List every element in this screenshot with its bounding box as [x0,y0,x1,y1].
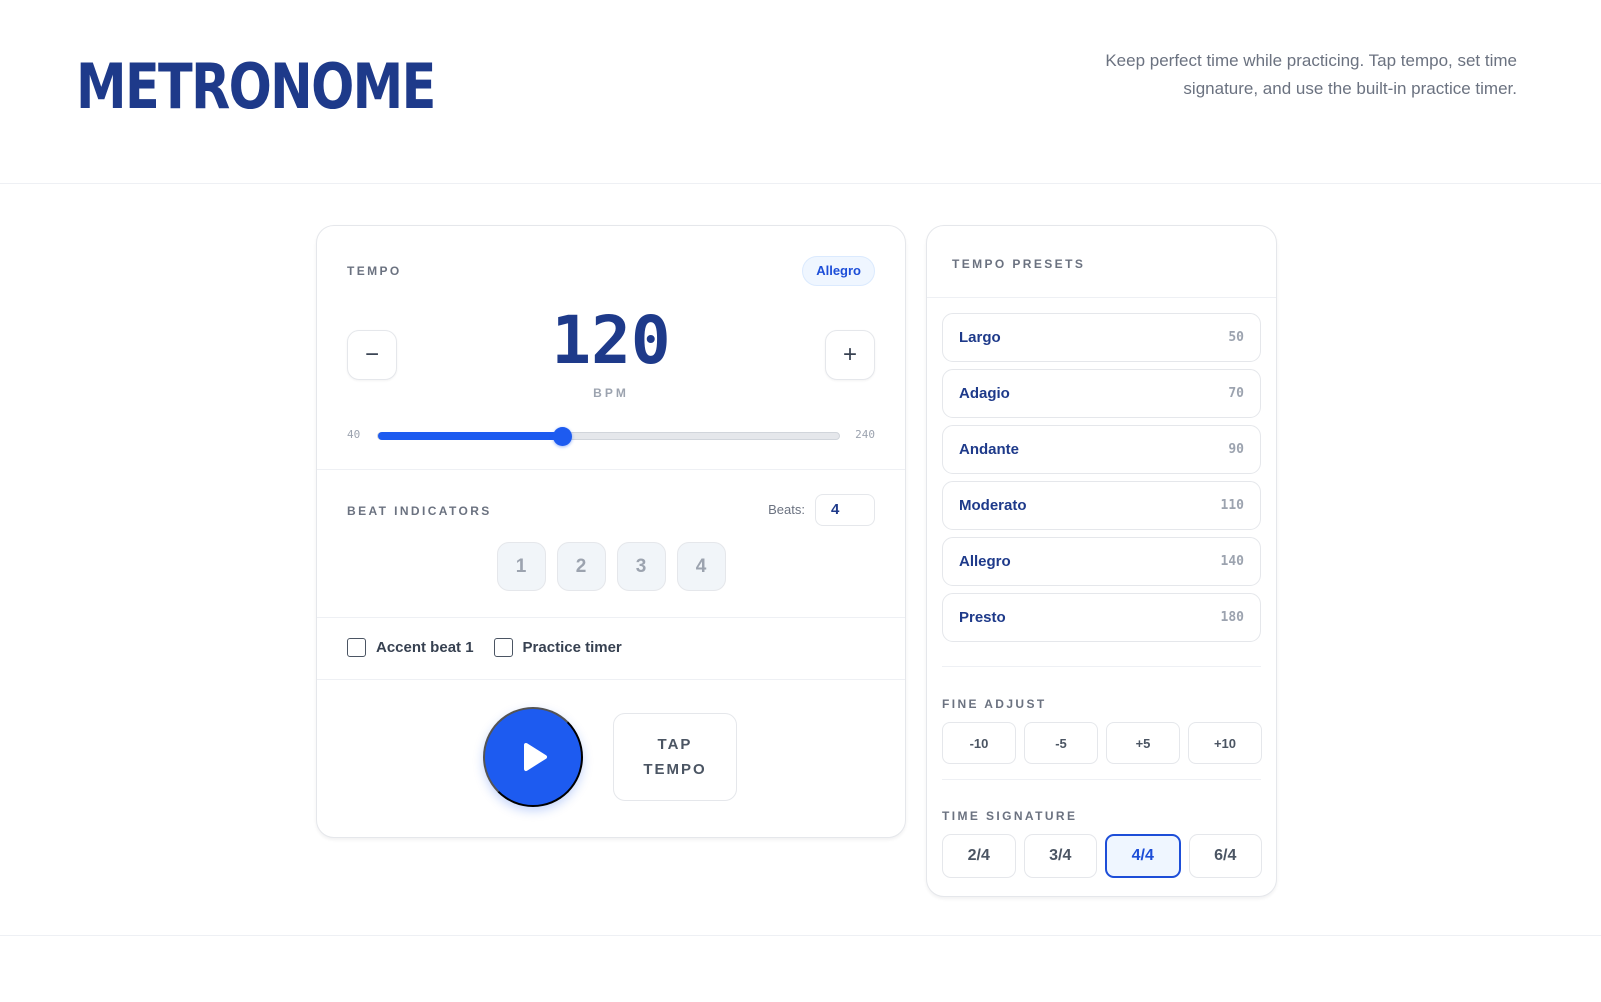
time-signature-4-4[interactable]: 4/4 [1105,834,1181,878]
tempo-slider-fill [378,432,563,440]
tempo-marking-badge: Allegro [802,256,875,286]
section-divider [942,666,1261,667]
preset-name: Largo [959,329,1001,346]
tempo-card: TEMPO Allegro − 120 BPM + 40 240 BEAT IN… [316,225,906,838]
adjust-plus-5-button[interactable]: +5 [1106,722,1180,764]
time-signature-2-4[interactable]: 2/4 [942,834,1016,878]
preset-name: Presto [959,609,1006,626]
preset-allegro[interactable]: Allegro 140 [942,537,1261,586]
play-icon [524,743,547,771]
tempo-slider[interactable] [377,427,840,446]
tempo-section-label: TEMPO [347,264,402,278]
accent-beat-checkbox[interactable] [347,638,366,657]
beat-indicator-3: 3 [616,542,666,591]
section-divider [317,679,905,680]
accent-beat-label[interactable]: Accent beat 1 [376,639,474,656]
plus-icon: + [842,341,857,368]
fine-adjust-label: FINE ADJUST [942,697,1047,711]
section-divider [317,469,905,470]
time-signature-label: TIME SIGNATURE [942,809,1078,823]
fine-adjust-buttons: -10 -5 +5 +10 [942,722,1262,764]
bpm-unit-label: BPM [593,386,629,400]
beats-count-label: Beats: [768,502,805,517]
slider-max-label: 240 [855,428,875,441]
options-row: Accent beat 1 Practice timer [347,638,642,657]
preset-bpm: 50 [1228,330,1244,345]
tap-tempo-line-1: TAP [657,736,693,753]
practice-timer-checkbox[interactable] [493,638,513,657]
section-divider [942,779,1261,780]
tempo-presets-label: TEMPO PRESETS [952,257,1086,271]
app-title: METRONOME [76,50,436,123]
slider-min-label: 40 [347,428,361,441]
adjust-minus-5-button[interactable]: -5 [1024,722,1098,764]
time-signature-3-4[interactable]: 3/4 [1023,834,1097,878]
preset-adagio[interactable]: Adagio 70 [942,369,1261,418]
adjust-minus-10-button[interactable]: -10 [942,722,1016,764]
app-tagline: Keep perfect time while practicing. Tap … [1105,51,1517,98]
adjust-plus-10-button[interactable]: +10 [1188,722,1262,764]
preset-presto[interactable]: Presto 180 [942,593,1261,642]
beat-indicator-4: 4 [676,542,726,591]
time-signature-6-4[interactable]: 6/4 [1188,834,1262,878]
preset-name: Moderato [959,497,1027,514]
presets-card: TEMPO PRESETS Largo 50 Adagio 70 Andante… [926,225,1277,897]
preset-list: Largo 50 Adagio 70 Andante 90 Moderato 1… [942,313,1261,649]
footer-divider [0,935,1601,936]
preset-name: Andante [959,441,1019,458]
preset-largo[interactable]: Largo 50 [942,313,1261,362]
tap-tempo-button[interactable]: TAP TEMPO [613,713,737,801]
preset-moderato[interactable]: Moderato 110 [942,481,1261,530]
practice-timer-label[interactable]: Practice timer [523,639,622,656]
section-divider [317,617,905,618]
preset-name: Allegro [959,553,1011,570]
beat-indicator-2: 2 [556,542,606,591]
preset-bpm: 180 [1220,610,1244,625]
bpm-display: 120 [551,302,671,379]
preset-name: Adagio [959,385,1010,402]
preset-andante[interactable]: Andante 90 [942,425,1261,474]
beat-indicator-1: 1 [496,542,546,591]
preset-bpm: 90 [1228,442,1244,457]
preset-bpm: 140 [1220,554,1244,569]
beat-indicator-row: 1 2 3 4 [317,542,905,591]
preset-bpm: 110 [1220,498,1244,513]
tempo-slider-thumb[interactable] [553,427,573,446]
tap-tempo-line-2: TEMPO [643,761,707,778]
increase-tempo-button[interactable]: + [825,330,875,380]
time-signature-buttons: 2/4 3/4 4/4 6/4 [942,834,1262,878]
beats-count-input[interactable]: 4 [815,494,875,526]
section-divider [927,297,1276,298]
beat-indicators-label: BEAT INDICATORS [347,504,492,518]
preset-bpm: 70 [1228,386,1244,401]
play-button[interactable] [483,707,583,807]
app-header: METRONOME Keep perfect time while practi… [0,0,1601,184]
